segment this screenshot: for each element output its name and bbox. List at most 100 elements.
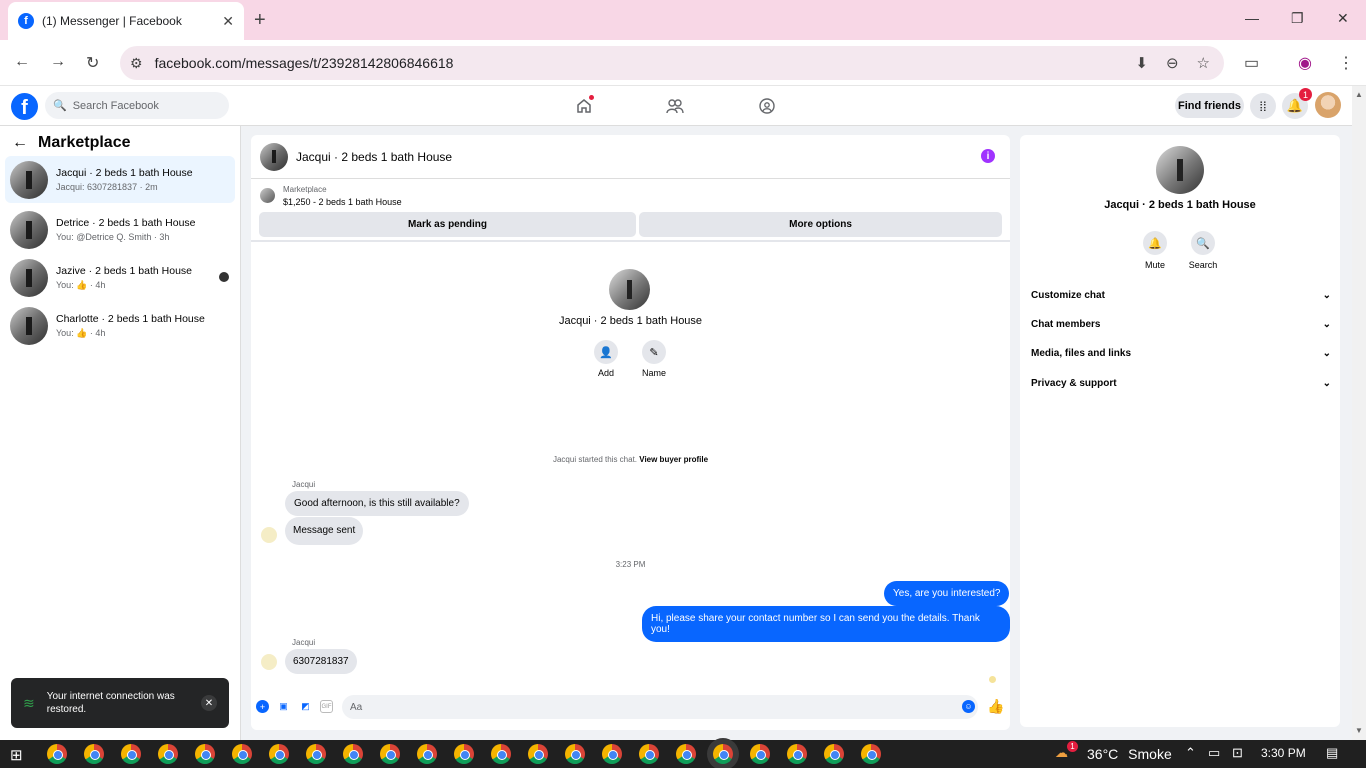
new-tab-button[interactable]: +: [254, 9, 266, 32]
listing-price[interactable]: $1,250 - 2 beds 1 bath House: [283, 197, 402, 207]
show-hidden-icons-icon[interactable]: ⌃: [1185, 745, 1196, 761]
conversation-preview: You: @Detrice Q. Smith · 3h: [56, 232, 170, 242]
conversation-item[interactable]: Detrice · 2 beds 1 bath House You: @Detr…: [5, 206, 235, 253]
groups-icon[interactable]: [757, 96, 777, 116]
site-settings-icon[interactable]: ⚙: [130, 55, 143, 72]
menu-grid-icon[interactable]: ⁞⁞: [1250, 93, 1276, 119]
scroll-down-icon[interactable]: ▼: [1355, 726, 1363, 735]
emoji-icon[interactable]: ☺: [962, 700, 975, 713]
account-avatar[interactable]: [1315, 92, 1341, 118]
scroll-up-icon[interactable]: ▲: [1355, 90, 1363, 99]
search-button[interactable]: 🔍 Search: [1183, 231, 1223, 270]
close-tab-icon[interactable]: ✕: [222, 13, 234, 30]
profile-icon[interactable]: ◉: [1298, 53, 1312, 73]
sidebar-header: ← Marketplace: [12, 134, 131, 152]
network-icon[interactable]: ⊡: [1232, 745, 1243, 761]
url-input[interactable]: ⚙ facebook.com/messages/t/23928142806846…: [120, 46, 1224, 80]
chrome-taskbar-icon[interactable]: [195, 744, 215, 764]
more-options-button[interactable]: More options: [639, 212, 1002, 237]
forward-icon[interactable]: →: [50, 53, 66, 71]
name-button[interactable]: ✎ Name: [639, 340, 669, 378]
message-input[interactable]: Aa: [342, 695, 978, 719]
outgoing-message[interactable]: Yes, are you interested?: [884, 581, 1010, 606]
notification-center-icon[interactable]: ▤: [1326, 745, 1338, 761]
bookmark-star-icon[interactable]: ☆: [1197, 54, 1210, 72]
info-avatar[interactable]: [1156, 146, 1204, 194]
toast-text: Your internet connection was restored.: [46, 691, 175, 715]
gif-icon[interactable]: GIF: [320, 700, 333, 713]
chrome-taskbar-icon[interactable]: [787, 744, 807, 764]
chat-members-section[interactable]: Chat members ⌄: [1031, 312, 1331, 336]
reload-icon[interactable]: ↻: [86, 53, 99, 73]
chrome-taskbar-icon[interactable]: [491, 744, 511, 764]
windows-start-icon[interactable]: ⊞: [10, 746, 23, 764]
chrome-menu-icon[interactable]: ⋮: [1338, 53, 1354, 73]
chrome-taskbar-icon[interactable]: [454, 744, 474, 764]
chrome-taskbar-icon-active[interactable]: [713, 744, 733, 764]
chrome-taskbar-icon[interactable]: [158, 744, 178, 764]
facebook-search-input[interactable]: 🔍 Search Facebook: [45, 92, 229, 119]
chrome-taskbar-icon[interactable]: [639, 744, 659, 764]
customize-chat-section[interactable]: Customize chat ⌄: [1031, 283, 1331, 307]
add-person-icon: 👤: [594, 340, 618, 364]
toast-close-icon[interactable]: ✕: [201, 695, 217, 711]
chrome-taskbar-icon[interactable]: [824, 744, 844, 764]
outgoing-message[interactable]: Hi, please share your contact number so …: [642, 606, 1010, 642]
incoming-message[interactable]: Message sent: [285, 517, 364, 545]
browser-tab[interactable]: f (1) Messenger | Facebook ✕: [8, 2, 244, 40]
chrome-taskbar-icon[interactable]: [232, 744, 252, 764]
chrome-taskbar-icon[interactable]: [84, 744, 104, 764]
chrome-taskbar-icon[interactable]: [121, 744, 141, 764]
restore-icon[interactable]: ❐: [1291, 10, 1304, 27]
plus-icon[interactable]: +: [256, 700, 269, 713]
privacy-support-section[interactable]: Privacy & support ⌄: [1031, 371, 1331, 395]
back-arrow-icon[interactable]: ←: [12, 134, 28, 152]
tab-search-icon[interactable]: ▭: [1244, 53, 1259, 73]
conversation-item[interactable]: Charlotte · 2 beds 1 bath House You: 👍 ·…: [5, 302, 235, 349]
chrome-taskbar-icon[interactable]: [602, 744, 622, 764]
zoom-icon[interactable]: ⊖: [1166, 54, 1179, 72]
sender-name: Jacqui: [292, 480, 316, 489]
close-window-icon[interactable]: ✕: [1337, 10, 1349, 27]
back-icon[interactable]: ←: [14, 53, 30, 71]
conversation-item[interactable]: Jacqui · 2 beds 1 bath House Jacqui: 630…: [5, 156, 235, 203]
weather-widget[interactable]: 36°C Smoke: [1087, 746, 1172, 762]
sticker-icon[interactable]: ◩: [299, 700, 312, 713]
chrome-taskbar-icon[interactable]: [47, 744, 67, 764]
clock[interactable]: 3:30 PM: [1261, 746, 1306, 760]
chrome-taskbar-icon[interactable]: [417, 744, 437, 764]
chrome-taskbar-icon[interactable]: [380, 744, 400, 764]
facebook-logo-icon[interactable]: f: [11, 93, 38, 120]
weather-icon[interactable]: ☁: [1055, 745, 1068, 761]
conversation-item[interactable]: Jazive · 2 beds 1 bath House You: 👍 · 4h: [5, 254, 235, 301]
install-app-icon[interactable]: ⬇: [1135, 54, 1148, 72]
view-buyer-profile-link[interactable]: View buyer profile: [639, 455, 708, 464]
chat-header-avatar[interactable]: [260, 142, 288, 171]
listing-thumbnail[interactable]: [260, 188, 275, 203]
incoming-message[interactable]: Good afternoon, is this still available?: [285, 491, 469, 516]
minimize-icon[interactable]: —: [1245, 10, 1259, 26]
friends-icon[interactable]: [665, 96, 685, 116]
find-friends-button[interactable]: Find friends: [1175, 93, 1244, 118]
photo-icon[interactable]: ▣: [277, 700, 290, 713]
chrome-taskbar-icon[interactable]: [565, 744, 585, 764]
chrome-taskbar-icon[interactable]: [676, 744, 696, 764]
chrome-taskbar-icon[interactable]: [306, 744, 326, 764]
mark-as-pending-button[interactable]: Mark as pending: [259, 212, 636, 237]
thumbs-up-icon[interactable]: 👍: [987, 698, 1004, 715]
chat-title[interactable]: Jacqui · 2 beds 1 bath House: [296, 150, 452, 164]
chat-center-name: Jacqui · 2 beds 1 bath House: [558, 315, 703, 327]
conversation-thumbnail: [10, 306, 48, 345]
mute-button[interactable]: 🔔 Mute: [1135, 231, 1175, 270]
incoming-message[interactable]: 6307281837: [285, 649, 357, 674]
chrome-taskbar-icon[interactable]: [269, 744, 289, 764]
add-button[interactable]: 👤 Add: [591, 340, 621, 378]
battery-icon[interactable]: ▭: [1208, 745, 1220, 761]
page-scrollbar[interactable]: ▲ ▼: [1352, 86, 1366, 740]
media-files-links-section[interactable]: Media, files and links ⌄: [1031, 341, 1331, 365]
chrome-taskbar-icon[interactable]: [528, 744, 548, 764]
info-icon[interactable]: i: [981, 149, 995, 163]
chrome-taskbar-icon[interactable]: [750, 744, 770, 764]
chrome-taskbar-icon[interactable]: [343, 744, 363, 764]
chrome-taskbar-icon[interactable]: [861, 744, 881, 764]
